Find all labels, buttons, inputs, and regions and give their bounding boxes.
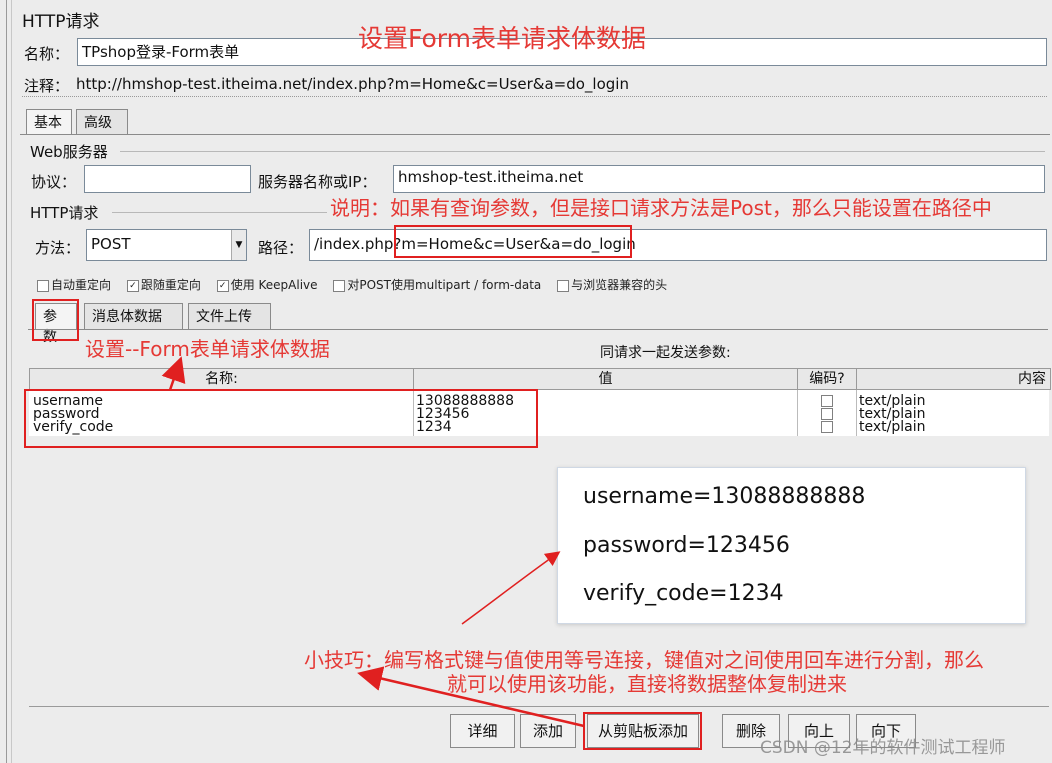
arrow-to-card <box>461 551 561 625</box>
watermark: CSDN @12年的软件测试工程师 <box>760 738 1006 758</box>
arrow-to-clipboard <box>357 666 585 728</box>
annotation-arrows <box>161 356 585 728</box>
arrow-to-params <box>161 356 186 391</box>
